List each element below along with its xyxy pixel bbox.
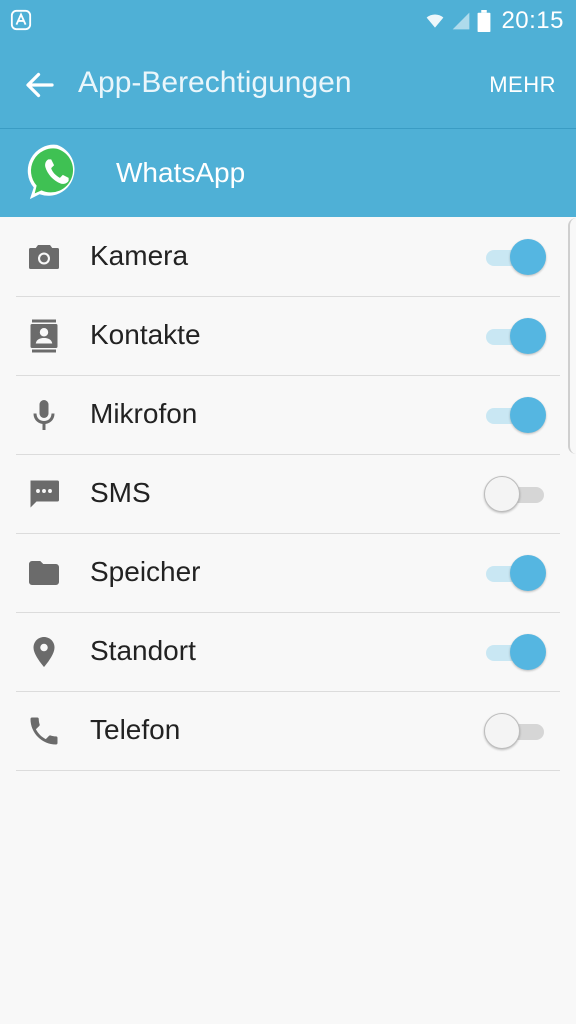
camera-icon: [29, 245, 59, 269]
toggle-knob: [510, 318, 546, 354]
location-icon: [33, 637, 55, 667]
app-header: WhatsApp: [0, 129, 576, 217]
sms-icon: [30, 480, 59, 508]
microphone-icon: [33, 400, 55, 430]
screen: 20:15 App-Berechtigungen MEHR WhatsApp K…: [0, 0, 576, 1024]
permission-label: Kontakte: [90, 319, 201, 350]
permission-toggle[interactable]: [482, 632, 550, 672]
toggle-knob: [484, 476, 520, 512]
permission-label: Mikrofon: [90, 398, 198, 429]
toggle-knob: [510, 239, 546, 275]
permission-row-kontakte[interactable]: Kontakte: [0, 297, 576, 376]
permission-row-speicher[interactable]: Speicher: [0, 534, 576, 613]
toggle-knob: [510, 555, 546, 591]
permission-row-mikrofon[interactable]: Mikrofon: [0, 376, 576, 455]
status-icons: 20:15: [425, 4, 564, 38]
permission-list: Kamera Kontakte Mikrofon SMS Speicher St…: [0, 218, 576, 771]
signal-icon: [453, 12, 470, 30]
arrow-back-icon[interactable]: [22, 67, 58, 103]
scroll-indicator[interactable]: [568, 218, 576, 454]
folder-icon: [29, 561, 59, 585]
toggle-knob: [510, 634, 546, 670]
permission-row-sms[interactable]: SMS: [0, 455, 576, 534]
toggle-knob: [484, 713, 520, 749]
permission-label: Telefon: [90, 714, 181, 745]
status-time: 20:15: [501, 7, 564, 34]
contacts-icon: [30, 319, 58, 353]
permission-toggle[interactable]: [482, 711, 550, 751]
permission-toggle[interactable]: [482, 474, 550, 514]
permission-toggle[interactable]: [482, 553, 550, 593]
permission-row-kamera[interactable]: Kamera: [0, 218, 576, 297]
status-bar: 20:15: [0, 0, 576, 42]
whatsapp-logo-icon: [27, 144, 75, 200]
permission-toggle[interactable]: [482, 395, 550, 435]
permission-toggle[interactable]: [482, 237, 550, 277]
wifi-icon: [427, 14, 444, 28]
permission-row-telefon[interactable]: Telefon: [0, 692, 576, 771]
permission-row-standort[interactable]: Standort: [0, 613, 576, 692]
android-device-icon: [10, 9, 32, 31]
battery-icon: [478, 10, 491, 32]
permission-label: Speicher: [90, 556, 201, 587]
page-title: App-Berechtigungen: [78, 66, 352, 99]
phone-icon: [30, 717, 58, 745]
permission-label: SMS: [90, 477, 151, 508]
app-bar: App-Berechtigungen MEHR: [0, 42, 576, 128]
permission-label: Standort: [90, 635, 196, 666]
permission-label: Kamera: [90, 240, 189, 271]
permission-toggle[interactable]: [482, 316, 550, 356]
app-name: WhatsApp: [116, 157, 246, 188]
toggle-knob: [510, 397, 546, 433]
more-button[interactable]: MEHR: [489, 72, 556, 98]
